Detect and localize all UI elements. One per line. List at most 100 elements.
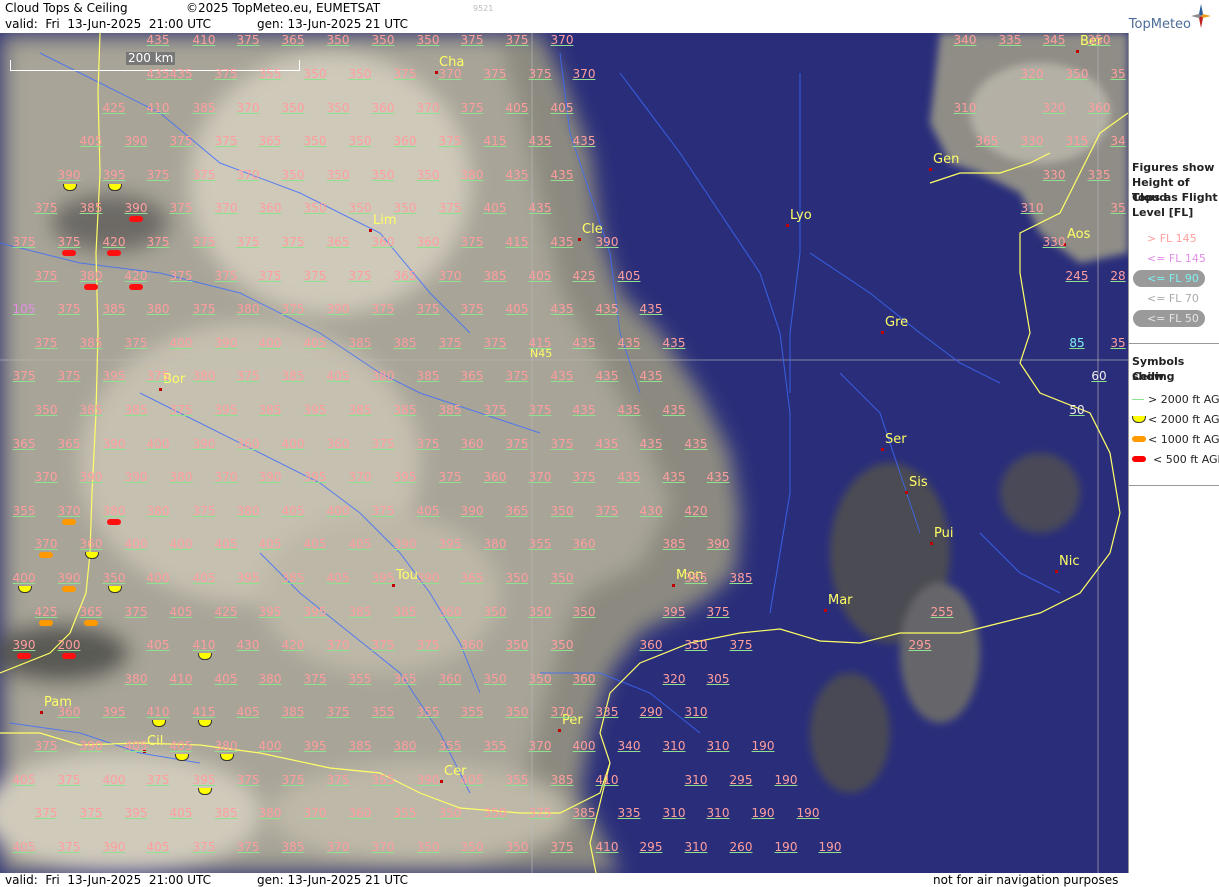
- cloud-top-value: 370: [34, 537, 58, 551]
- cloud-top-value: 410: [146, 101, 170, 115]
- city-label[interactable]: Lyo: [790, 209, 812, 223]
- cloud-top-value: 415: [192, 705, 216, 719]
- cloud-top-value: 380: [169, 470, 193, 484]
- cloud-top-value: 385: [192, 101, 216, 115]
- cloud-top-value: 350: [326, 168, 350, 182]
- city-label[interactable]: Mar: [828, 594, 853, 608]
- cloud-top-value: 385: [393, 403, 417, 417]
- cloud-top-value: 375: [192, 840, 216, 854]
- cloud-top-value: 390: [12, 638, 36, 652]
- cloud-top-value: 375: [483, 67, 507, 81]
- image-code: 9521: [473, 4, 494, 13]
- cloud-top-value: 295: [639, 840, 663, 854]
- city-label[interactable]: Gen: [933, 153, 959, 167]
- cloud-top-value: 400: [169, 537, 193, 551]
- cloud-top-value: 380: [258, 806, 282, 820]
- cloud-top-value: 370: [416, 101, 440, 115]
- cloud-top-value: 435: [617, 336, 641, 350]
- cloud-top-value: 405: [617, 269, 641, 283]
- cloud-top-value: 435: [595, 437, 619, 451]
- cloud-top-value: 370: [214, 470, 238, 484]
- legend-level-row: <= FL 145: [1129, 250, 1219, 268]
- cloud-top-value: 375: [57, 369, 81, 383]
- cloud-top-value: 400: [169, 336, 193, 350]
- logo-text: TopMeteo: [1128, 17, 1191, 32]
- cloud-top-value: 435: [662, 403, 686, 417]
- cloud-top-value: 190: [818, 840, 842, 854]
- ceiling-below-500-icon: [129, 284, 143, 290]
- legend-level-label: <= FL 90: [1147, 272, 1199, 285]
- city-label[interactable]: Gre: [885, 316, 908, 330]
- cloud-top-value: 390: [124, 134, 148, 148]
- cloud-top-value: 375: [169, 201, 193, 215]
- cloud-top-value: 410: [192, 638, 216, 652]
- city-marker: [905, 491, 908, 494]
- cloud-top-value: 375: [192, 504, 216, 518]
- cloud-top-value: 385: [124, 403, 148, 417]
- cloud-top-value: 350: [348, 201, 372, 215]
- city-label[interactable]: Ser: [885, 433, 907, 447]
- cloud-top-value: 375: [34, 336, 58, 350]
- city-label[interactable]: Cil: [147, 735, 163, 749]
- city-marker: [1055, 570, 1058, 573]
- cloud-top-value: 380: [146, 504, 170, 518]
- city-label[interactable]: Aos: [1067, 228, 1090, 242]
- city-label[interactable]: Pui: [934, 527, 953, 541]
- cloud-top-value: 35: [1110, 201, 1126, 215]
- cloud-map[interactable]: 200 km N45 Cha Lim Cle Lyo Gen Aos Gre Bor Ser Si…: [0, 33, 1128, 873]
- ceiling-line-icon: [1132, 399, 1144, 400]
- cloud-top-value: 375: [12, 369, 36, 383]
- cloud-top-value: 375: [258, 269, 282, 283]
- city-label[interactable]: Sis: [909, 476, 928, 490]
- footer-generated-time: gen: 13-Jun-2025 21 UTC: [257, 873, 409, 887]
- cloud-top-value: 385: [729, 571, 753, 585]
- cloud-top-value: 350: [326, 101, 350, 115]
- cloud-top-value: 385: [281, 840, 305, 854]
- cloud-top-value: 395: [258, 605, 282, 619]
- cloud-top-value: 360: [639, 638, 663, 652]
- cloud-top-value: 310: [684, 840, 708, 854]
- cloud-top-value: 350: [416, 33, 440, 47]
- cloud-top-value: 400: [124, 537, 148, 551]
- cloud-top-value: 430: [236, 638, 260, 652]
- city-marker: [40, 711, 43, 714]
- cloud-top-value: 375: [124, 605, 148, 619]
- city-label[interactable]: Lim: [373, 214, 397, 228]
- cloud-top-value: 355: [371, 705, 395, 719]
- cloud-top-value: 375: [460, 33, 484, 47]
- cloud-top-value: 335: [1087, 168, 1111, 182]
- cloud-top-value: 360: [258, 201, 282, 215]
- cloud-top-value: 385: [348, 739, 372, 753]
- ceiling-below-500-icon: [107, 519, 121, 525]
- cloud-top-value: 355: [460, 705, 484, 719]
- cloud-top-value: 34: [1110, 134, 1126, 148]
- cloud-top-value: 370: [550, 33, 574, 47]
- cloud-top-value: 430: [639, 504, 663, 518]
- cloud-top-value: 405: [528, 269, 552, 283]
- cloud-top-value: 360: [348, 806, 372, 820]
- cloud-top-value: 375: [236, 33, 260, 47]
- cloud-top-value: 380: [236, 302, 260, 316]
- cloud-top-value: 385: [79, 336, 103, 350]
- cloud-top-value: 370: [236, 101, 260, 115]
- cloud-top-value: 375: [146, 773, 170, 787]
- cloud-top-value: 190: [774, 840, 798, 854]
- cloud-top-value: 355: [258, 67, 282, 81]
- compass-icon: [1191, 4, 1211, 28]
- cloud-top-value: 375: [34, 201, 58, 215]
- cloud-top-value: 385: [281, 705, 305, 719]
- cloud-top-value: 85: [1069, 336, 1085, 350]
- cloud-top-value: 350: [34, 403, 58, 417]
- cloud-top-value: 375: [371, 638, 395, 652]
- cloud-top-value: 390: [393, 537, 417, 551]
- cloud-top-value: 395: [393, 470, 417, 484]
- cloud-top-value: 360: [79, 537, 103, 551]
- city-label[interactable]: Tou: [396, 569, 418, 583]
- cloud-top-value: 390: [124, 201, 148, 215]
- cloud-top-value: 365: [975, 134, 999, 148]
- cloud-top-value: 375: [236, 773, 260, 787]
- cloud-top-value: 350: [303, 134, 327, 148]
- cloud-top-value: 405: [550, 101, 574, 115]
- cloud-top-value: 375: [79, 806, 103, 820]
- city-label[interactable]: Nic: [1059, 555, 1079, 569]
